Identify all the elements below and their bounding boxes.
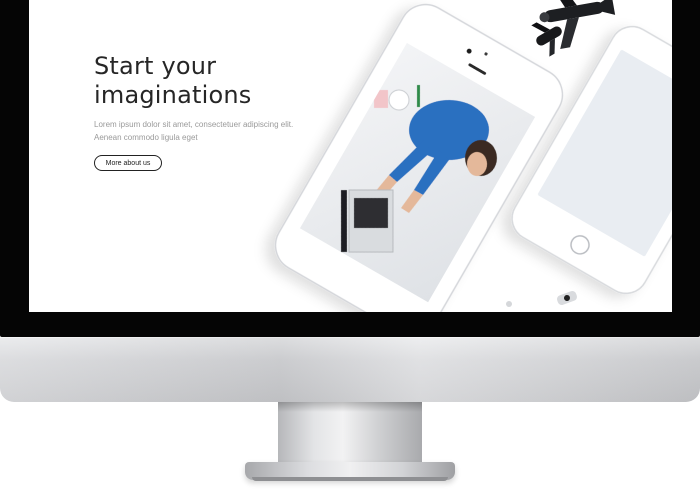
imac-mockup: Start your imaginations Lorem ipsum dolo… <box>0 0 700 500</box>
imac-bezel: Start your imaginations Lorem ipsum dolo… <box>0 0 700 337</box>
imac-chin <box>0 337 700 402</box>
airplane-icon <box>539 0 616 49</box>
phone-icon <box>274 3 564 312</box>
imac-screen: Start your imaginations Lorem ipsum dolo… <box>29 0 672 312</box>
title-line-2: imaginations <box>94 81 252 109</box>
more-about-us-button[interactable]: More about us <box>94 155 162 171</box>
laptop-icon <box>341 189 394 253</box>
title-line-1: Start your <box>94 52 217 80</box>
hero-description: Lorem ipsum dolor sit amet, consectetuer… <box>94 120 294 142</box>
page-title: Start your imaginations <box>94 52 324 110</box>
